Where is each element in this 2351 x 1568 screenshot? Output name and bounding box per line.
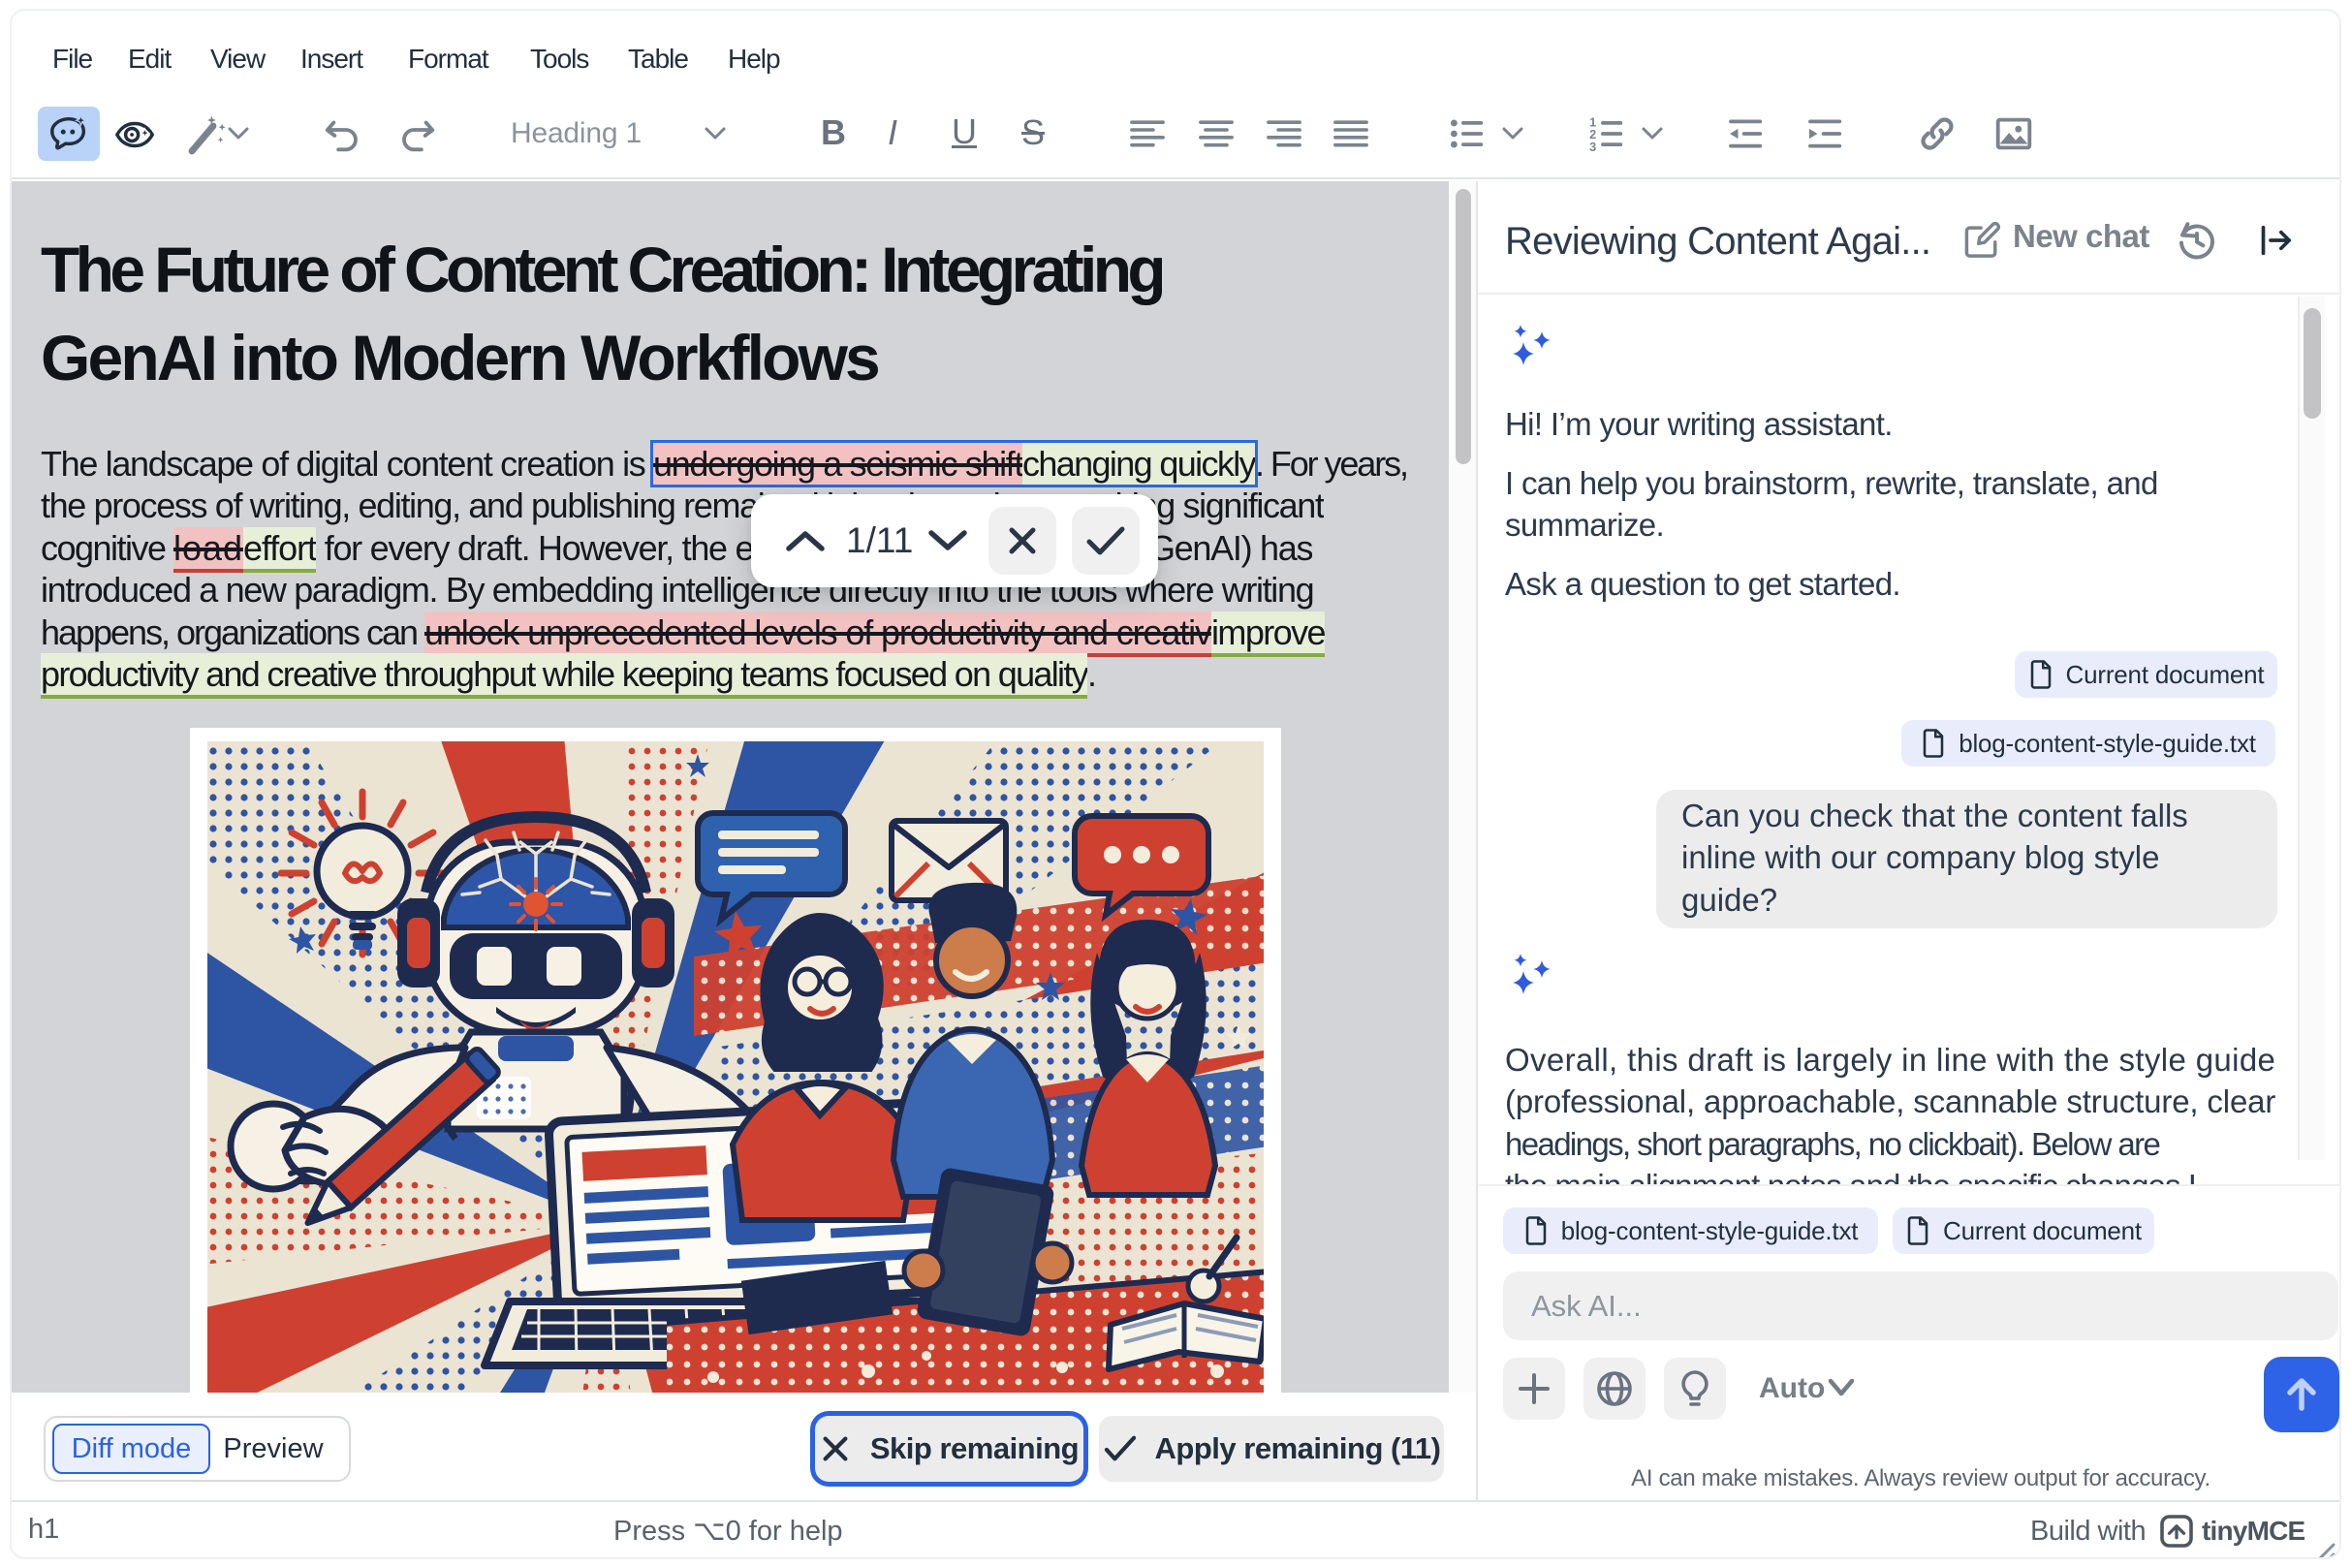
svg-text:3: 3: [1589, 140, 1596, 154]
